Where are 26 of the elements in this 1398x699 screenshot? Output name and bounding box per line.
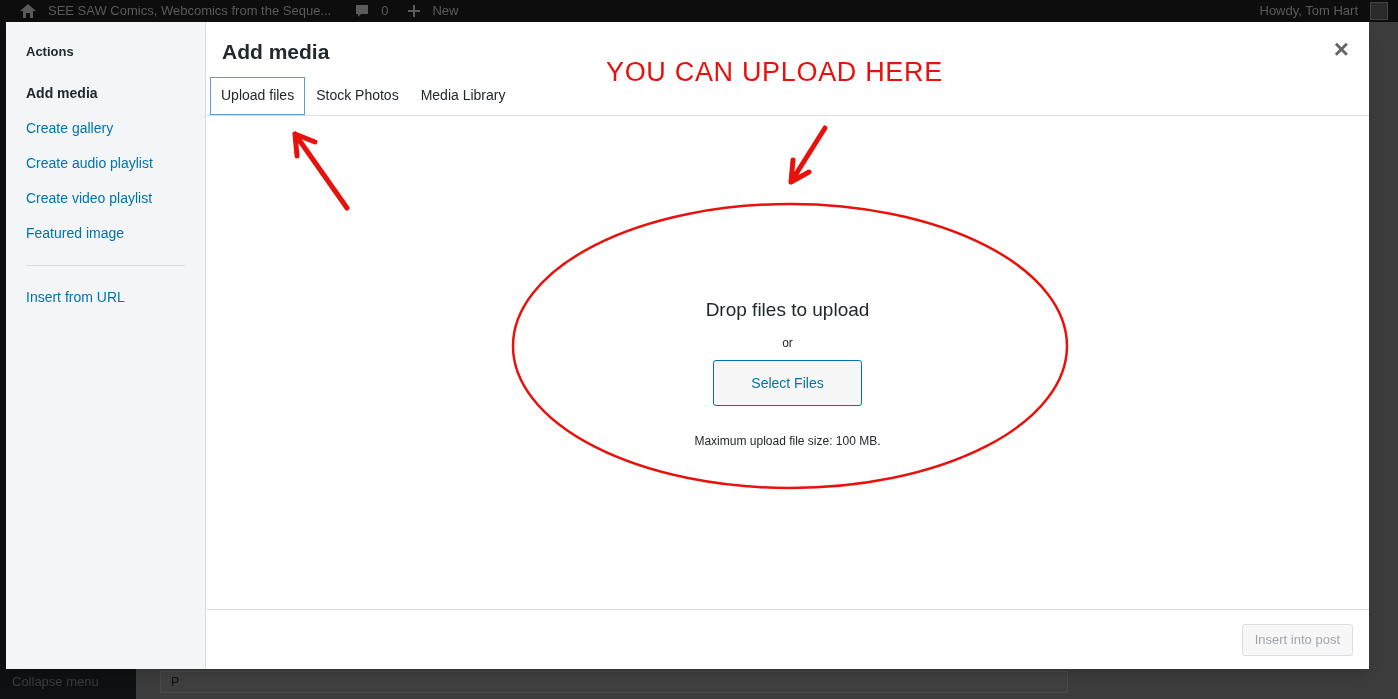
upload-size-note: Maximum upload file size: 100 MB. [694, 433, 881, 450]
comment-icon[interactable] [355, 4, 370, 18]
annotation-text: YOU CAN UPLOAD HERE [606, 56, 943, 89]
arrow-drawing [785, 124, 831, 188]
plus-icon[interactable] [408, 5, 421, 17]
sidebar-item[interactable]: Add media [26, 75, 98, 111]
comment-count: 0 [381, 2, 389, 21]
sidebar-heading: Actions [26, 43, 75, 61]
home-icon[interactable] [20, 4, 36, 18]
new-link[interactable]: New [432, 1, 459, 21]
modal-title: Add media [222, 39, 330, 65]
sidebar-item[interactable]: Insert from URL [26, 279, 125, 315]
greeting[interactable]: Howdy, Tom Hart [1259, 1, 1358, 21]
select-files-button[interactable]: Select Files [713, 360, 862, 406]
sidebar-item[interactable]: Create video playlist [26, 180, 153, 216]
site-title[interactable]: SEE SAW Comics, Webcomics from the Seque... [48, 1, 332, 21]
upload-heading: Drop files to upload [705, 297, 870, 322]
sidebar-item[interactable]: Create audio playlist [26, 145, 153, 181]
tab[interactable]: Stock Photos [305, 76, 410, 115]
or-text: or [782, 335, 793, 352]
tab[interactable]: Upload files [210, 76, 306, 115]
tab[interactable]: Media Library [409, 76, 517, 115]
sidebar-item[interactable]: Featured image [26, 215, 125, 251]
close-button[interactable]: × [1333, 36, 1349, 62]
sidebar-item[interactable]: Create gallery [26, 110, 114, 146]
avatar [1370, 2, 1388, 20]
